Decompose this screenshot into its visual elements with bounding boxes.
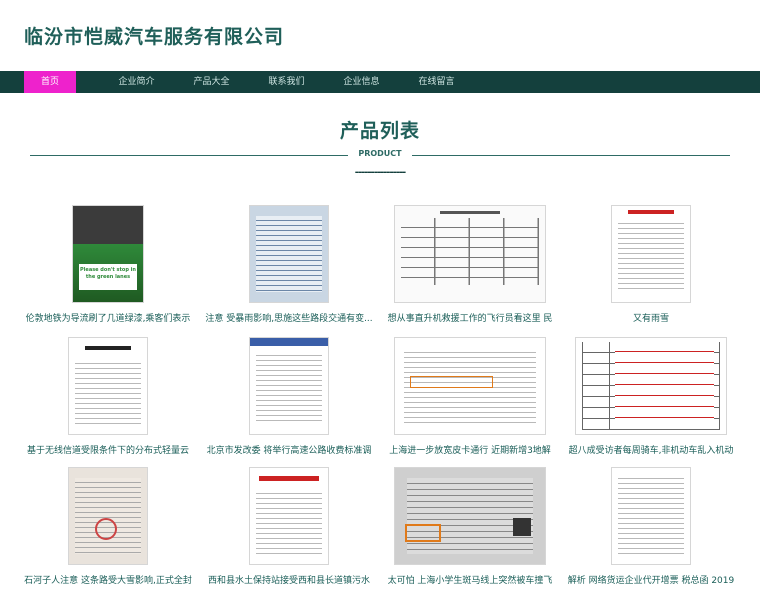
section-heading: 产品列表: [0, 116, 760, 143]
product-card[interactable]: 又有雨雪: [563, 205, 739, 330]
product-card[interactable]: 北京市发改委 将举行高速公路收费标准调: [201, 337, 377, 462]
product-thumbnail[interactable]: [249, 467, 329, 565]
site-header: 临汾市恺威汽车服务有限公司: [0, 0, 760, 70]
product-card[interactable]: 西和县水土保持站接受西和县长道镇污水: [201, 467, 377, 592]
product-card[interactable]: Please don't stop in the green lanes 伦敦地…: [20, 205, 196, 330]
nav-item-contact[interactable]: 联系我们: [249, 71, 324, 93]
product-thumbnail[interactable]: [611, 467, 691, 565]
product-thumbnail[interactable]: [68, 467, 148, 565]
product-card[interactable]: 解析 网络货运企业代开增票 税总函 2019: [563, 467, 739, 592]
section-subtitle: PRODUCT: [358, 149, 402, 158]
product-caption[interactable]: 注意 受暴雨影响,思施这些路段交通有变...: [201, 311, 377, 324]
product-card[interactable]: 上海进一步放宽皮卡通行 近期新增3地解: [382, 337, 558, 462]
product-caption[interactable]: 石河子人注意 这条路受大雪影响,正式全封: [20, 573, 196, 586]
product-card[interactable]: 石河子人注意 这条路受大雪影响,正式全封: [20, 467, 196, 592]
product-caption[interactable]: 太可怕 上海小学生斑马线上突然被车撞飞: [382, 573, 558, 586]
product-caption[interactable]: 伦敦地铁为导流刷了几道绿漆,乘客们表示: [20, 311, 196, 324]
dash-divider: ----------------: [354, 167, 406, 178]
product-caption[interactable]: 超八成受访者每周骑车,非机动车乱入机动: [563, 443, 739, 456]
product-caption[interactable]: 解析 网络货运企业代开增票 税总函 2019: [563, 573, 739, 586]
nav-item-home[interactable]: 首页: [24, 71, 76, 93]
product-thumbnail[interactable]: [394, 205, 546, 303]
nav-item-company-info[interactable]: 企业信息: [324, 71, 399, 93]
nav-item-message[interactable]: 在线留言: [399, 71, 474, 93]
product-caption[interactable]: 又有雨雪: [563, 311, 739, 324]
section-divider: PRODUCT: [30, 148, 730, 162]
divider-line-left: [30, 155, 348, 156]
product-thumbnail[interactable]: Please don't stop in the green lanes: [72, 205, 144, 303]
main-nav: 首页 企业简介 产品大全 联系我们 企业信息 在线留言: [0, 71, 760, 93]
product-thumbnail[interactable]: [394, 467, 546, 565]
product-caption[interactable]: 基于无线信道受限条件下的分布式轻量云: [20, 443, 196, 456]
product-thumbnail[interactable]: [249, 337, 329, 435]
product-card[interactable]: 太可怕 上海小学生斑马线上突然被车撞飞: [382, 467, 558, 592]
product-card[interactable]: 注意 受暴雨影响,思施这些路段交通有变...: [201, 205, 377, 330]
sign-text: Please don't stop in the green lanes: [79, 264, 137, 290]
product-caption[interactable]: 西和县水土保持站接受西和县长道镇污水: [201, 573, 377, 586]
product-thumbnail[interactable]: [611, 205, 691, 303]
product-card[interactable]: 想从事直升机救援工作的飞行员看这里 民: [382, 205, 558, 330]
site-title[interactable]: 临汾市恺威汽车服务有限公司: [24, 22, 760, 49]
product-thumbnail[interactable]: [394, 337, 546, 435]
product-thumbnail[interactable]: [249, 205, 329, 303]
nav-item-products[interactable]: 产品大全: [174, 71, 249, 93]
product-thumbnail[interactable]: [575, 337, 727, 435]
product-caption[interactable]: 想从事直升机救援工作的飞行员看这里 民: [382, 311, 558, 324]
product-thumbnail[interactable]: [68, 337, 148, 435]
product-caption[interactable]: 北京市发改委 将举行高速公路收费标准调: [201, 443, 377, 456]
nav-item-about[interactable]: 企业简介: [99, 71, 174, 93]
section-title: 产品列表: [339, 120, 420, 142]
product-caption[interactable]: 上海进一步放宽皮卡通行 近期新增3地解: [382, 443, 558, 456]
divider-line-right: [412, 155, 730, 156]
product-card[interactable]: 基于无线信道受限条件下的分布式轻量云: [20, 337, 196, 462]
product-card[interactable]: 超八成受访者每周骑车,非机动车乱入机动: [563, 337, 739, 462]
